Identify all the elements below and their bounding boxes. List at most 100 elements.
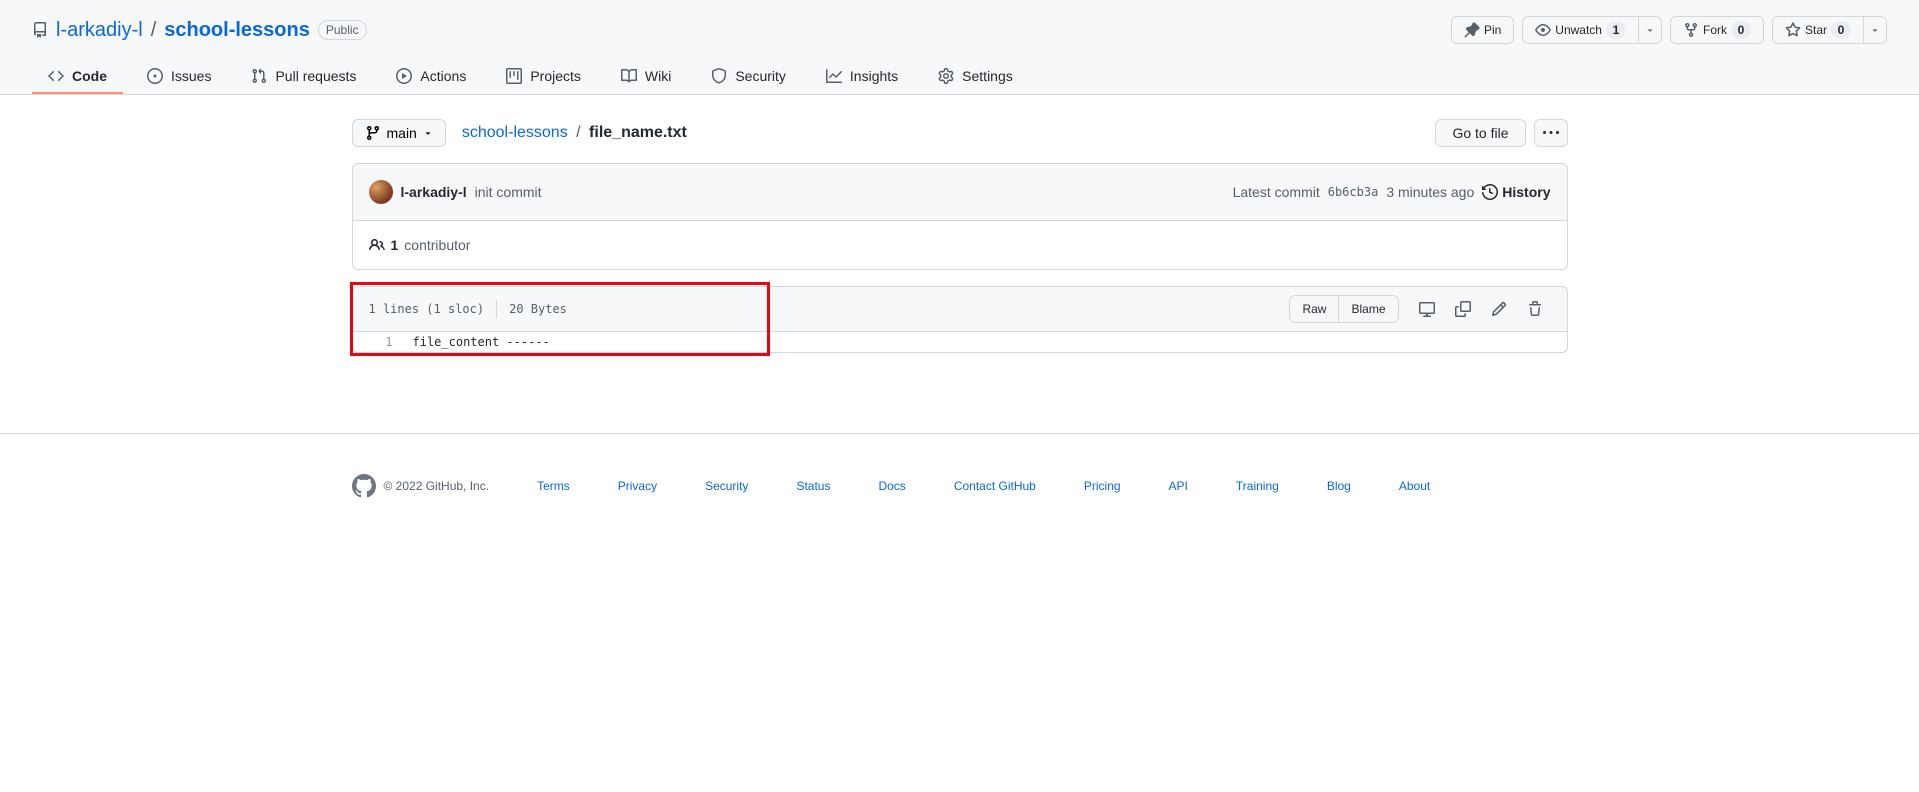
fork-icon [1683, 22, 1699, 38]
footer: © 2022 GitHub, Inc. Terms Privacy Security… [0, 433, 1919, 538]
book-icon [621, 68, 637, 84]
repo-actions: Pin Unwatch 1 Fork 0 Star [1451, 16, 1887, 44]
file-lines-info: 1 lines (1 sloc) [369, 302, 485, 316]
copy-button[interactable] [1447, 295, 1479, 323]
unwatch-button[interactable]: Unwatch 1 [1522, 16, 1639, 44]
tab-projects-label: Projects [530, 68, 581, 84]
fork-button[interactable]: Fork 0 [1670, 16, 1764, 44]
repo-title: l-arkadiy-l / school-lessons Public [32, 19, 367, 42]
tab-settings[interactable]: Settings [922, 60, 1029, 94]
line-number[interactable]: 1 [353, 332, 403, 352]
star-button[interactable]: Star 0 [1772, 16, 1864, 44]
branch-select[interactable]: main [352, 119, 446, 147]
main-container: main school-lessons / file_name.txt Go t… [320, 95, 1600, 393]
chevron-down-icon [1645, 25, 1655, 35]
tab-actions[interactable]: Actions [380, 60, 482, 94]
unwatch-dropdown[interactable] [1639, 16, 1662, 44]
fork-label: Fork [1703, 20, 1727, 40]
tab-insights[interactable]: Insights [810, 60, 914, 94]
code-icon [48, 68, 64, 84]
pin-button[interactable]: Pin [1451, 16, 1514, 44]
desktop-icon [1419, 301, 1435, 317]
file-size-info: 20 Bytes [509, 302, 567, 316]
repo-name-link[interactable]: school-lessons [164, 19, 310, 42]
avatar[interactable] [369, 180, 393, 204]
delete-button[interactable] [1519, 295, 1551, 323]
commit-box: l-arkadiy-l init commit Latest commit 6b… [352, 163, 1568, 270]
commit-time: 3 minutes ago [1386, 184, 1474, 200]
commit-message[interactable]: init commit [475, 184, 542, 200]
file-box: 1 lines (1 sloc) 20 Bytes Raw Blame [352, 286, 1568, 353]
more-options-button[interactable] [1534, 119, 1568, 147]
graph-icon [826, 68, 842, 84]
tab-security[interactable]: Security [695, 60, 802, 94]
git-branch-icon [365, 125, 381, 141]
footer-link-blog[interactable]: Blog [1327, 479, 1351, 493]
line-content[interactable]: file_content ------ [403, 332, 560, 352]
divider [496, 300, 497, 318]
tab-insights-label: Insights [850, 68, 898, 84]
commit-author-link[interactable]: l-arkadiy-l [401, 184, 467, 200]
breadcrumb-file: file_name.txt [589, 124, 687, 141]
desktop-button[interactable] [1411, 295, 1443, 323]
footer-link-about[interactable]: About [1399, 479, 1430, 493]
repo-nav: Code Issues Pull requests Actions Projec… [32, 60, 1887, 94]
play-icon [396, 68, 412, 84]
history-link[interactable]: History [1482, 184, 1550, 200]
pin-label: Pin [1484, 20, 1501, 40]
breadcrumb-separator: / [572, 124, 584, 141]
contributor-label: contributor [404, 237, 470, 253]
tab-projects[interactable]: Projects [490, 60, 597, 94]
star-dropdown[interactable] [1864, 16, 1887, 44]
eye-icon [1535, 22, 1551, 38]
branch-label: main [387, 125, 417, 141]
issues-icon [147, 68, 163, 84]
raw-button[interactable]: Raw [1289, 295, 1339, 323]
history-label: History [1502, 184, 1550, 200]
footer-link-training[interactable]: Training [1236, 479, 1279, 493]
trash-icon [1527, 301, 1543, 317]
unwatch-label: Unwatch [1555, 20, 1602, 40]
tab-pulls[interactable]: Pull requests [235, 60, 372, 94]
gear-icon [938, 68, 954, 84]
tab-issues[interactable]: Issues [131, 60, 227, 94]
footer-link-privacy[interactable]: Privacy [618, 479, 657, 493]
pull-request-icon [251, 68, 267, 84]
footer-link-status[interactable]: Status [796, 479, 830, 493]
footer-link-contact-github[interactable]: Contact GitHub [954, 479, 1036, 493]
tab-security-label: Security [735, 68, 786, 84]
path-separator: / [151, 19, 157, 42]
file-content: 1file_content ------ [353, 332, 1567, 352]
goto-file-button[interactable]: Go to file [1435, 119, 1525, 147]
footer-copyright: © 2022 GitHub, Inc. [384, 479, 490, 493]
star-count: 0 [1831, 21, 1851, 39]
tab-settings-label: Settings [962, 68, 1013, 84]
contributor-count: 1 [391, 237, 399, 253]
footer-link-docs[interactable]: Docs [878, 479, 905, 493]
breadcrumb: school-lessons / file_name.txt [462, 124, 687, 142]
blame-button[interactable]: Blame [1339, 295, 1398, 323]
footer-link-security[interactable]: Security [705, 479, 748, 493]
pin-icon [1464, 22, 1480, 38]
commit-sha-link[interactable]: 6b6cb3a [1328, 185, 1379, 199]
star-icon [1785, 22, 1801, 38]
chevron-down-icon [1870, 25, 1880, 35]
star-label: Star [1805, 20, 1827, 40]
repo-icon [32, 22, 48, 38]
history-icon [1482, 184, 1498, 200]
footer-link-api[interactable]: API [1169, 479, 1188, 493]
file-info: 1 lines (1 sloc) 20 Bytes [369, 300, 567, 318]
visibility-badge: Public [318, 20, 367, 40]
tab-issues-label: Issues [171, 68, 211, 84]
kebab-icon [1543, 125, 1559, 141]
tab-code[interactable]: Code [32, 60, 123, 94]
tab-code-label: Code [72, 68, 107, 84]
copy-icon [1455, 301, 1471, 317]
github-logo-icon[interactable] [352, 474, 376, 498]
breadcrumb-root[interactable]: school-lessons [462, 124, 568, 141]
edit-button[interactable] [1483, 295, 1515, 323]
repo-owner-link[interactable]: l-arkadiy-l [56, 19, 143, 42]
footer-link-pricing[interactable]: Pricing [1084, 479, 1121, 493]
tab-wiki[interactable]: Wiki [605, 60, 687, 94]
footer-link-terms[interactable]: Terms [537, 479, 570, 493]
